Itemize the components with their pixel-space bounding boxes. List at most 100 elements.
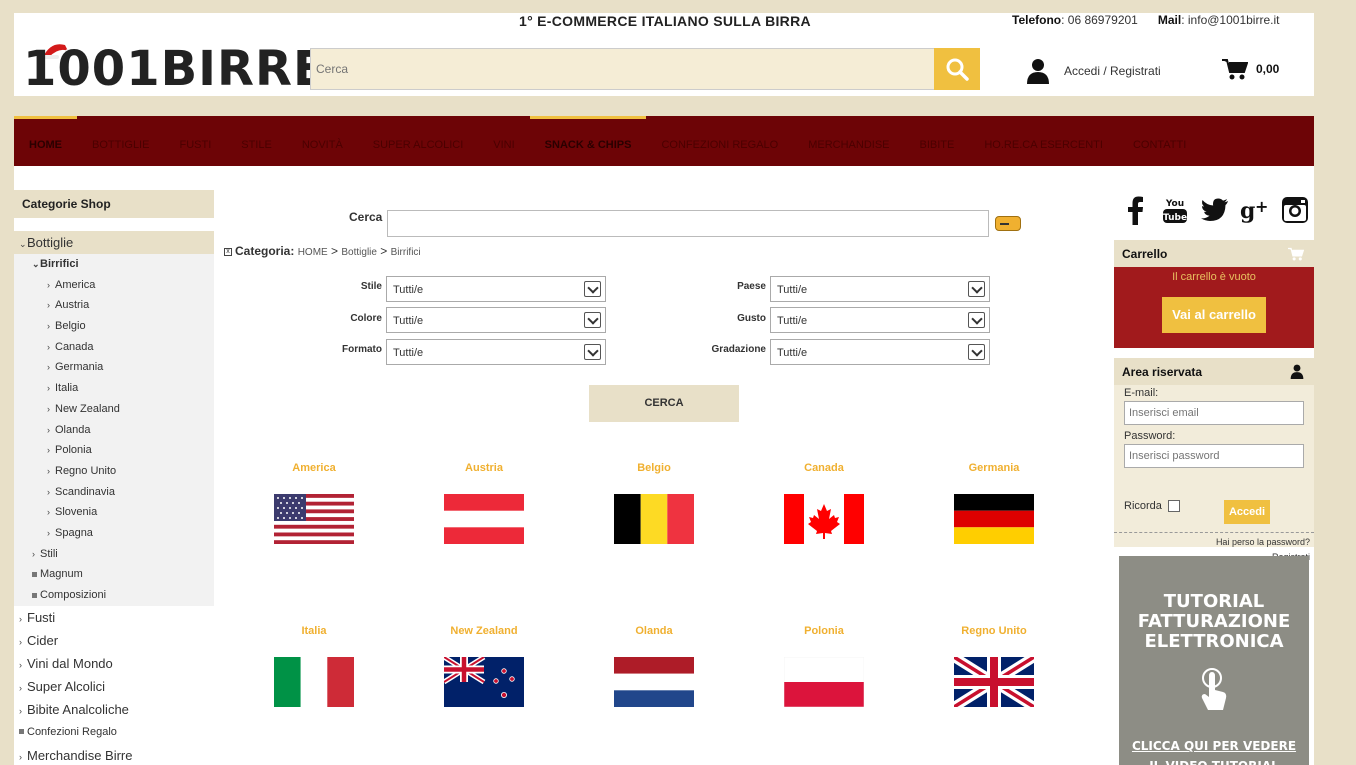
chevron-down-icon: ⌄ <box>19 239 27 249</box>
chevron-right-icon: › <box>47 507 50 518</box>
flag-belgium <box>614 494 694 544</box>
chevron-right-icon: › <box>19 682 22 693</box>
reserved-area-box: Area riservata E-mail: Password: Ricorda… <box>1114 358 1314 562</box>
password-field[interactable] <box>1124 444 1304 468</box>
sidebar-item-magnum[interactable]: Magnum <box>14 564 214 585</box>
nav-bibite[interactable]: BIBITE <box>905 116 970 166</box>
chevron-right-icon: › <box>47 445 50 456</box>
sidebar-item-austria[interactable]: › Austria <box>14 295 214 317</box>
flag-germany <box>954 494 1034 544</box>
login-link[interactable]: Accedi / Registrati <box>1026 58 1161 84</box>
crumb-birrifici[interactable]: Birrifici <box>391 247 421 258</box>
flag-italy <box>274 657 354 707</box>
country-italia[interactable]: Italia <box>254 625 374 707</box>
sidebar-item-slovenia[interactable]: › Slovenia <box>14 502 214 523</box>
country-new-zealand[interactable]: New Zealand <box>424 625 544 707</box>
nav-horeca[interactable]: HO.RE.CA ESERCENTI <box>969 116 1118 166</box>
nav-novita[interactable]: NOVITÀ <box>287 116 358 166</box>
nav-snack-chips[interactable]: SNACK & CHIPS <box>529 116 647 166</box>
nav-contatti[interactable]: CONTATTI <box>1118 116 1201 166</box>
svg-text:g: g <box>1240 198 1255 224</box>
filter-select-colore[interactable]: Tutti/e <box>386 307 606 333</box>
forgot-password-link[interactable]: Hai perso la password? <box>1216 535 1310 550</box>
sidebar-item-bottiglie[interactable]: ⌄Bottiglie <box>14 231 214 254</box>
country-olanda[interactable]: Olanda <box>594 625 714 707</box>
filter-label-paese: Paese <box>737 281 766 292</box>
sidebar-item-olanda[interactable]: › Olanda <box>14 419 214 441</box>
filter-select-stile[interactable]: Tutti/e <box>386 276 606 302</box>
remember-checkbox[interactable] <box>1167 500 1180 513</box>
chevron-right-icon: › <box>19 636 22 647</box>
sidebar-item-scandinavia[interactable]: › Scandinavia <box>14 481 214 503</box>
sidebar-item-spagna[interactable]: › Spagna <box>14 522 214 544</box>
sidebar-item-italia[interactable]: › Italia <box>14 378 214 399</box>
country-austria[interactable]: Austria <box>424 462 544 544</box>
crumb-home[interactable]: HOME <box>298 247 328 258</box>
phone-number[interactable]: 06 86979201 <box>1068 13 1138 27</box>
instagram-icon[interactable] <box>1280 195 1310 225</box>
social-links: You Tube g + <box>1114 190 1314 240</box>
filter-select-paese[interactable]: Tutti/e <box>770 276 990 302</box>
cart-icon <box>1288 247 1304 261</box>
chevron-right-icon: › <box>47 300 50 311</box>
sidebar-title: Categorie Shop <box>14 190 214 218</box>
sidebar-item-germania[interactable]: › Germania <box>14 357 214 379</box>
crumb-bottiglie[interactable]: Bottiglie <box>341 247 377 258</box>
cerca-input[interactable] <box>387 210 989 237</box>
country-belgio[interactable]: Belgio <box>594 462 714 544</box>
sidebar-item-stili[interactable]: › Stili <box>14 543 214 565</box>
sidebar-item-birrifici[interactable]: ⌄Birrifici <box>14 254 214 275</box>
tutorial-banner[interactable]: TUTORIAL FATTURAZIONE ELETTRONICA CLICCA Q… <box>1119 556 1309 765</box>
sidebar-item-canada[interactable]: › Canada <box>14 336 214 358</box>
sidebar-item-composizioni[interactable]: Composizioni <box>14 585 214 606</box>
sidebar-item-polonia[interactable]: › Polonia <box>14 440 214 461</box>
mail-address[interactable]: info@1001birre.it <box>1188 13 1280 27</box>
search-input[interactable] <box>311 49 934 89</box>
sidebar-item-bibite[interactable]: › Bibite Analcoliche <box>14 698 214 721</box>
cerca-button[interactable]: CERCA <box>589 385 739 422</box>
sidebar-item-vini[interactable]: › Vini dal Mondo <box>14 652 214 675</box>
login-button[interactable]: Accedi <box>1224 500 1270 524</box>
nav-home[interactable]: HOME <box>14 116 77 166</box>
cerca-small-button[interactable] <box>995 216 1021 231</box>
svg-text:You: You <box>1165 199 1184 209</box>
nav-stile[interactable]: STILE <box>226 116 287 166</box>
filter-select-gradazione[interactable]: Tutti/e <box>770 339 990 365</box>
nav-fusti[interactable]: FUSTI <box>164 116 226 166</box>
nav-vini[interactable]: VINI <box>478 116 529 166</box>
facebook-icon[interactable] <box>1120 195 1150 225</box>
sidebar-item-america[interactable]: › America <box>14 274 214 296</box>
sidebar-item-merchandise[interactable]: › Merchandise Birre <box>14 744 214 765</box>
email-field[interactable] <box>1124 401 1304 425</box>
sidebar-item-new-zealand[interactable]: › New Zealand <box>14 398 214 420</box>
nav-confezioni-regalo[interactable]: CONFEZIONI REGALO <box>646 116 793 166</box>
country-america[interactable]: America <box>254 462 374 544</box>
cart-icon <box>1222 59 1248 80</box>
sidebar-item-confezioni[interactable]: Confezioni Regalo <box>14 721 214 744</box>
header-cart[interactable]: 0,00 <box>1222 58 1279 80</box>
filter-select-formato[interactable]: Tutti/e <box>386 339 606 365</box>
nav-super-alcolici[interactable]: SUPER ALCOLICI <box>358 116 478 166</box>
search-button[interactable] <box>934 48 980 90</box>
sidebar-item-regno-unito[interactable]: › Regno Unito <box>14 460 214 482</box>
chevron-right-icon: › <box>47 486 50 497</box>
nav-bottiglie[interactable]: BOTTIGLIE <box>77 116 164 166</box>
sidebar-item-belgio[interactable]: › Belgio <box>14 316 214 337</box>
sidebar-item-cider[interactable]: › Cider <box>14 629 214 652</box>
google-plus-icon[interactable]: g + <box>1240 195 1270 225</box>
youtube-icon[interactable]: You Tube <box>1160 195 1190 225</box>
country-germania[interactable]: Germania <box>934 462 1054 544</box>
nav-merchandise[interactable]: MERCHANDISE <box>793 116 904 166</box>
site-logo[interactable]: 1001BIRRE <box>23 43 326 95</box>
sidebar-item-fusti[interactable]: › Fusti <box>14 606 214 629</box>
country-polonia[interactable]: Polonia <box>764 625 884 707</box>
square-bullet-icon <box>19 729 24 735</box>
login-form: E-mail: Password: Ricorda Accedi Hai per… <box>1114 385 1314 562</box>
sidebar-item-super-alcolici[interactable]: › Super Alcolici <box>14 675 214 698</box>
country-regno-unito[interactable]: Regno Unito <box>934 625 1054 707</box>
twitter-icon[interactable] <box>1200 195 1230 225</box>
close-icon[interactable]: x <box>224 247 232 256</box>
go-to-cart-button[interactable]: Vai al carrello <box>1162 297 1266 333</box>
country-canada[interactable]: Canada <box>764 462 884 544</box>
filter-select-gusto[interactable]: Tutti/e <box>770 307 990 333</box>
